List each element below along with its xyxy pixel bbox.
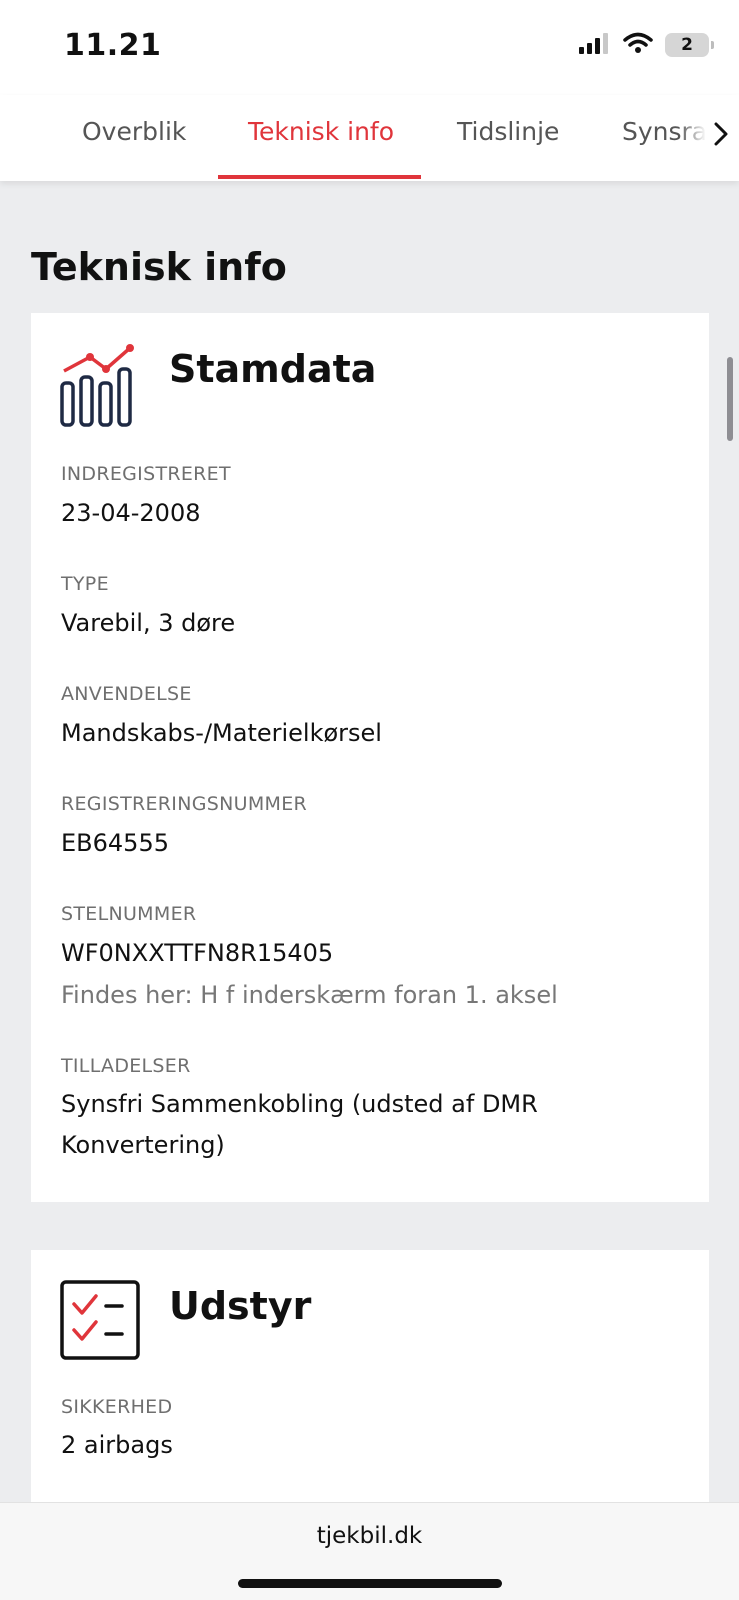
field-label-stelnummer: STELNUMMER bbox=[61, 903, 197, 925]
field-value-indregistreret: 23-04-2008 bbox=[61, 499, 201, 527]
scrollbar[interactable] bbox=[727, 357, 733, 441]
home-indicator bbox=[238, 1579, 502, 1588]
field-value-sikkerhed: 2 airbags bbox=[61, 1431, 173, 1459]
tab-fade bbox=[679, 95, 739, 181]
status-bar: 11.21 2 bbox=[0, 0, 739, 95]
field-value-anvendelse: Mandskabs-/Materielkørsel bbox=[61, 719, 382, 747]
tab-bar: Overblik Teknisk info Tidslinje Synsrapp… bbox=[0, 95, 739, 181]
chevron-right-icon[interactable] bbox=[713, 121, 729, 151]
tab-teknisk-info[interactable]: Teknisk info bbox=[248, 117, 394, 146]
field-label-anvendelse: ANVENDELSE bbox=[61, 683, 192, 705]
tab-overblik[interactable]: Overblik bbox=[82, 117, 186, 146]
field-label-sikkerhed: SIKKERHED bbox=[61, 1396, 173, 1418]
field-label-tilladelser: TILLADELSER bbox=[61, 1055, 191, 1077]
browser-address-bar[interactable]: tjekbil.dk bbox=[0, 1502, 739, 1600]
page-title: Teknisk info bbox=[31, 245, 287, 289]
battery-icon: 2 bbox=[665, 33, 714, 57]
clock: 11.21 bbox=[64, 28, 162, 63]
battery-level: 2 bbox=[681, 35, 693, 55]
field-value-type: Varebil, 3 døre bbox=[61, 609, 236, 637]
field-label-indregistreret: INDREGISTRERET bbox=[61, 463, 231, 485]
udstyr-title: Udstyr bbox=[169, 1284, 312, 1328]
tab-tidslinje[interactable]: Tidslinje bbox=[457, 117, 559, 146]
field-label-type: TYPE bbox=[61, 573, 109, 595]
field-label-registreringsnummer: REGISTRERINGSNUMMER bbox=[61, 793, 308, 815]
field-value-stelnummer: WF0NXXTTFN8R15405 bbox=[61, 939, 334, 967]
stamdata-title: Stamdata bbox=[169, 347, 377, 391]
stamdata-card: Stamdata INDREGISTRERET 23-04-2008 TYPE … bbox=[31, 313, 709, 1202]
chart-icon bbox=[60, 343, 140, 431]
url-text[interactable]: tjekbil.dk bbox=[0, 1523, 739, 1549]
udstyr-card: Udstyr SIKKERHED 2 airbags bbox=[31, 1250, 709, 1510]
active-tab-indicator bbox=[218, 175, 421, 179]
field-note-stelnummer: Findes her: H f inderskærm foran 1. akse… bbox=[61, 981, 558, 1009]
wifi-icon bbox=[623, 32, 653, 58]
status-icons: 2 bbox=[579, 32, 714, 58]
field-value-registreringsnummer: EB64555 bbox=[61, 829, 169, 857]
cellular-signal-icon bbox=[579, 32, 611, 58]
field-value-tilladelser: Synsfri Sammenkobling (udsted af DMR Kon… bbox=[61, 1090, 538, 1159]
checklist-icon bbox=[60, 1280, 140, 1364]
